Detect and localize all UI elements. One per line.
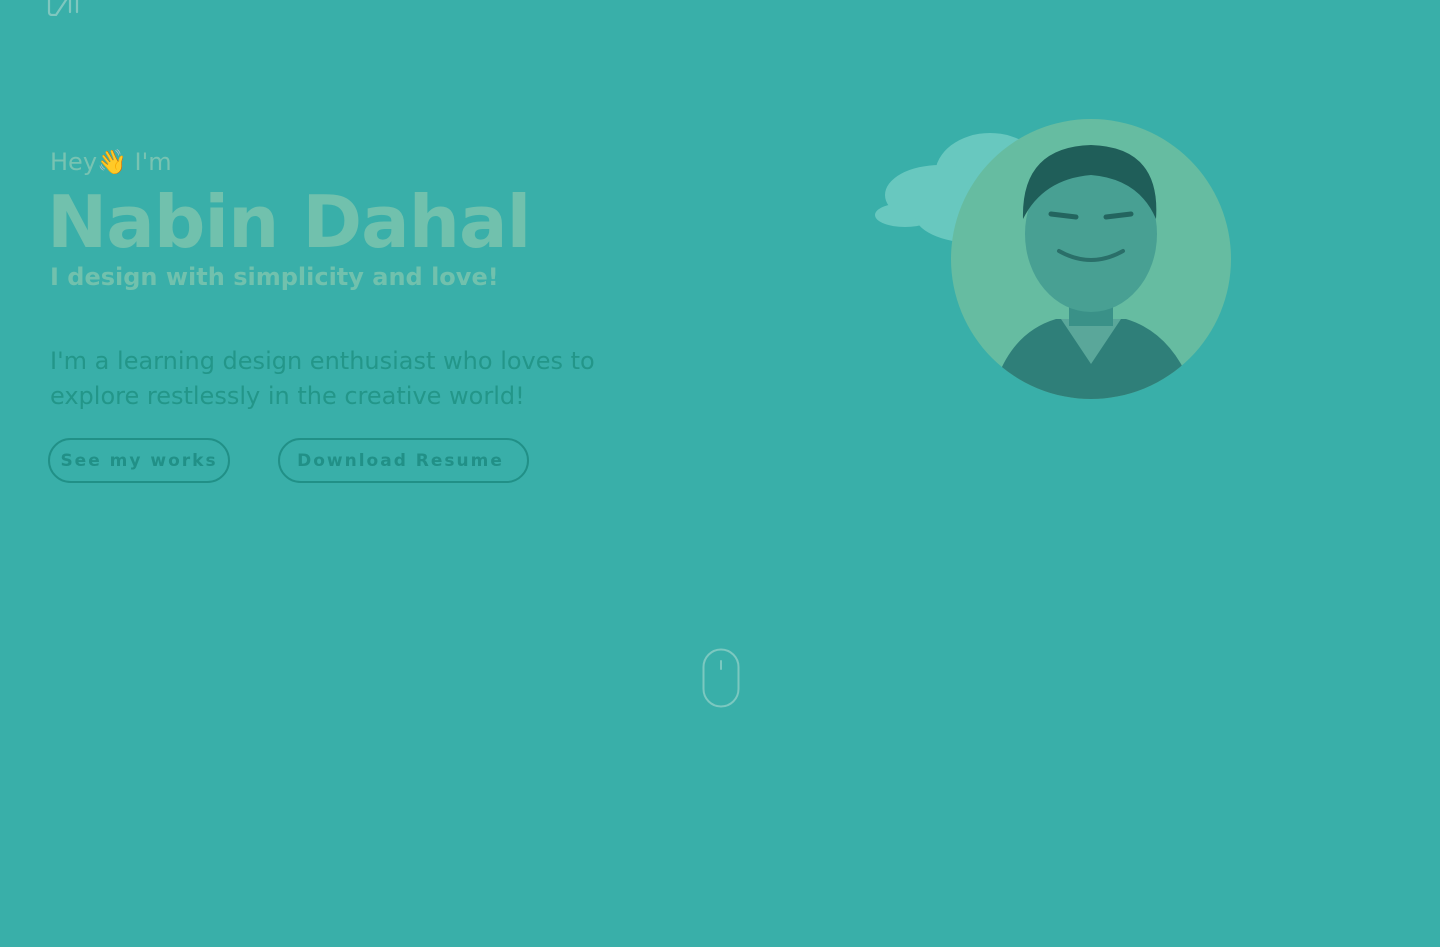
see-my-works-button[interactable]: See my works <box>48 438 230 483</box>
mouse-scroll-icon[interactable] <box>702 648 740 708</box>
download-resume-label: Download Resume <box>297 450 504 471</box>
hero-tagline: I design with simplicity and love! <box>50 263 499 291</box>
hero-name: Nabin Dahal <box>47 180 531 264</box>
see-my-works-label: See my works <box>60 450 218 471</box>
greeting-text: Hey👋 I'm <box>50 148 172 176</box>
profile-avatar <box>951 119 1231 399</box>
logo-icon[interactable] <box>46 0 80 16</box>
hero-about-text: I'm a learning design enthusiast who lov… <box>50 347 595 410</box>
download-resume-button[interactable]: Download Resume <box>278 438 529 483</box>
profile-photo <box>991 145 1196 399</box>
